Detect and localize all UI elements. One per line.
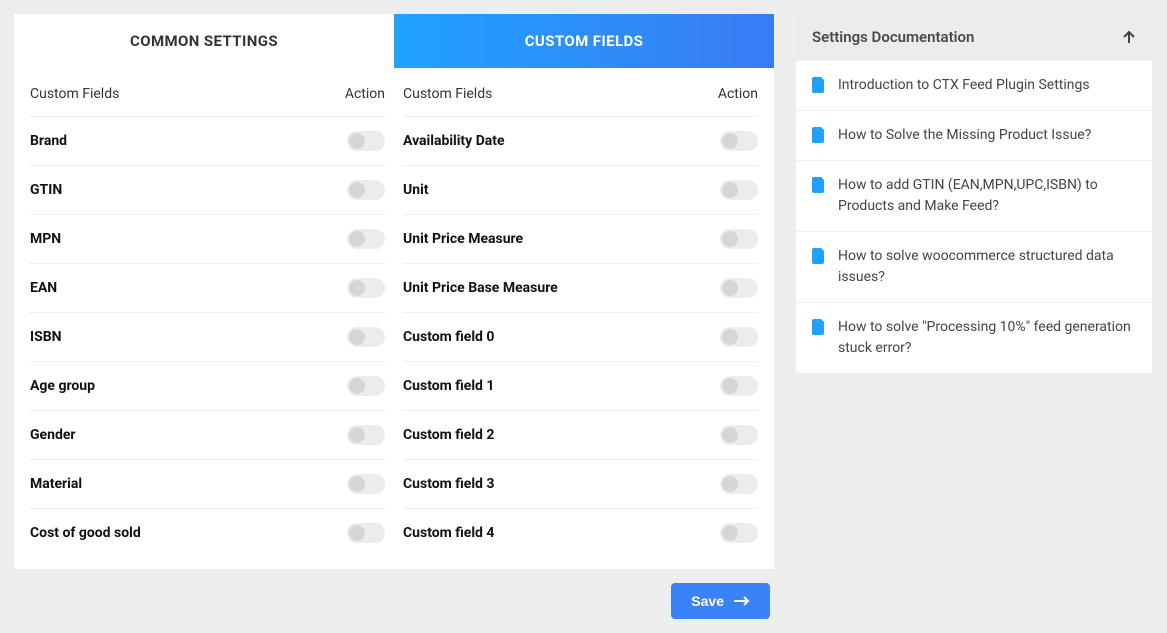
save-button-label: Save bbox=[691, 593, 724, 609]
field-label: Brand bbox=[30, 133, 67, 149]
doc-link-text: How to add GTIN (EAN,MPN,UPC,ISBN) to Pr… bbox=[838, 175, 1136, 217]
toggle-custom-field-3[interactable] bbox=[720, 474, 758, 494]
field-label: Unit Price Measure bbox=[403, 231, 523, 247]
field-row: Brand bbox=[30, 117, 385, 166]
toggle-custom-field-1[interactable] bbox=[720, 376, 758, 396]
table-header-right: Custom Fields Action bbox=[403, 68, 758, 117]
field-label: Custom field 4 bbox=[403, 525, 494, 541]
arrow-right-icon bbox=[734, 596, 750, 606]
field-label: ISBN bbox=[30, 329, 62, 345]
doc-link[interactable]: How to solve woocommerce structured data… bbox=[796, 231, 1152, 302]
tab-common-settings[interactable]: COMMON SETTINGS bbox=[14, 14, 394, 68]
doc-link[interactable]: How to solve "Processing 10%" feed gener… bbox=[796, 302, 1152, 373]
field-label: Material bbox=[30, 476, 82, 492]
docs-title: Settings Documentation bbox=[812, 28, 974, 46]
toggle-availability-date[interactable] bbox=[720, 131, 758, 151]
field-row: Unit bbox=[403, 166, 758, 215]
field-label: Cost of good sold bbox=[30, 525, 141, 541]
field-row: ISBN bbox=[30, 313, 385, 362]
doc-link[interactable]: How to add GTIN (EAN,MPN,UPC,ISBN) to Pr… bbox=[796, 160, 1152, 231]
toggle-gender[interactable] bbox=[347, 425, 385, 445]
custom-fields-panel: Custom Fields Action Brand GTIN MPN bbox=[14, 68, 774, 569]
field-label: Custom field 1 bbox=[403, 378, 494, 394]
docs-header: Settings Documentation bbox=[796, 14, 1152, 60]
toggle-unit[interactable] bbox=[720, 180, 758, 200]
field-label: Age group bbox=[30, 378, 95, 394]
field-label: Custom field 2 bbox=[403, 427, 494, 443]
toggle-unit-price-measure[interactable] bbox=[720, 229, 758, 249]
field-row: GTIN bbox=[30, 166, 385, 215]
field-label: Unit bbox=[403, 182, 429, 198]
toggle-mpn[interactable] bbox=[347, 229, 385, 249]
field-label: Gender bbox=[30, 427, 76, 443]
field-row: Unit Price Measure bbox=[403, 215, 758, 264]
toggle-brand[interactable] bbox=[347, 131, 385, 151]
toggle-gtin[interactable] bbox=[347, 180, 385, 200]
field-row: Material bbox=[30, 460, 385, 509]
toggle-unit-price-base-measure[interactable] bbox=[720, 278, 758, 298]
doc-link[interactable]: Introduction to CTX Feed Plugin Settings bbox=[796, 60, 1152, 110]
toggle-custom-field-0[interactable] bbox=[720, 327, 758, 347]
toggle-material[interactable] bbox=[347, 474, 385, 494]
field-label: Availability Date bbox=[403, 133, 505, 149]
field-label: GTIN bbox=[30, 182, 62, 198]
doc-link-text: Introduction to CTX Feed Plugin Settings bbox=[838, 75, 1090, 96]
toggle-ean[interactable] bbox=[347, 278, 385, 298]
field-label: Custom field 0 bbox=[403, 329, 494, 345]
doc-link-text: How to solve woocommerce structured data… bbox=[838, 246, 1136, 288]
table-header-left: Custom Fields Action bbox=[30, 68, 385, 117]
document-icon bbox=[812, 127, 826, 143]
doc-link[interactable]: How to Solve the Missing Product Issue? bbox=[796, 110, 1152, 160]
header-custom-fields: Custom Fields bbox=[30, 86, 119, 102]
field-label: Unit Price Base Measure bbox=[403, 280, 558, 296]
field-row: Custom field 0 bbox=[403, 313, 758, 362]
toggle-custom-field-2[interactable] bbox=[720, 425, 758, 445]
field-row: Custom field 2 bbox=[403, 411, 758, 460]
field-label: MPN bbox=[30, 231, 61, 247]
toggle-isbn[interactable] bbox=[347, 327, 385, 347]
collapse-up-icon[interactable] bbox=[1122, 30, 1136, 44]
save-button[interactable]: Save bbox=[671, 583, 770, 619]
toggle-age-group[interactable] bbox=[347, 376, 385, 396]
field-row: EAN bbox=[30, 264, 385, 313]
doc-link-text: How to solve "Processing 10%" feed gener… bbox=[838, 317, 1136, 359]
tab-custom-fields[interactable]: CUSTOM FIELDS bbox=[394, 14, 774, 68]
field-row: Gender bbox=[30, 411, 385, 460]
field-row: Custom field 3 bbox=[403, 460, 758, 509]
document-icon bbox=[812, 77, 826, 93]
header-action: Action bbox=[345, 86, 385, 102]
field-label: Custom field 3 bbox=[403, 476, 494, 492]
toggle-cost-of-good-sold[interactable] bbox=[347, 523, 385, 543]
field-row: Custom field 1 bbox=[403, 362, 758, 411]
header-action: Action bbox=[718, 86, 758, 102]
header-custom-fields: Custom Fields bbox=[403, 86, 492, 102]
field-row: Cost of good sold bbox=[30, 509, 385, 557]
field-row: Availability Date bbox=[403, 117, 758, 166]
field-row: Custom field 4 bbox=[403, 509, 758, 557]
field-row: Age group bbox=[30, 362, 385, 411]
document-icon bbox=[812, 319, 826, 335]
field-label: EAN bbox=[30, 280, 57, 296]
document-icon bbox=[812, 177, 826, 193]
field-row: MPN bbox=[30, 215, 385, 264]
doc-link-text: How to Solve the Missing Product Issue? bbox=[838, 125, 1091, 146]
toggle-custom-field-4[interactable] bbox=[720, 523, 758, 543]
field-row: Unit Price Base Measure bbox=[403, 264, 758, 313]
document-icon bbox=[812, 248, 826, 264]
